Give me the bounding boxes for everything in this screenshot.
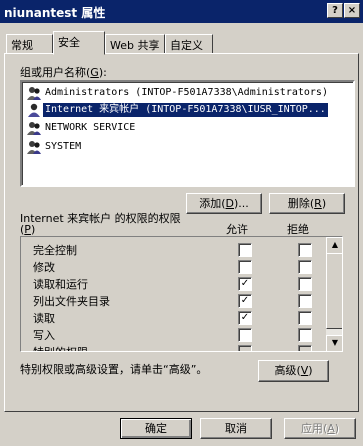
accel-key: G [90, 66, 99, 79]
perm-row-modify: 修改 [27, 258, 317, 275]
user-name: SYSTEM [45, 141, 82, 152]
user-row-administrators[interactable]: Administrators (INTOP-F501A7338\Administ… [26, 85, 350, 101]
accel-key: V [300, 364, 309, 377]
advanced-hint: 特别权限或高级设置，请单击“高级”。 [20, 363, 208, 376]
deny-checkbox[interactable] [298, 260, 312, 274]
user-group-icon [27, 122, 41, 135]
allow-checkbox[interactable]: ✓ [238, 277, 252, 291]
users-group-label: 组或用户名称(G): [20, 66, 107, 79]
add-button[interactable]: 添加(D)... [186, 193, 262, 214]
ok-button[interactable]: 确定 [120, 418, 192, 439]
user-group-icon [27, 141, 41, 154]
perm-label: 读取和运行 [33, 278, 88, 291]
deny-checkbox[interactable] [298, 294, 312, 308]
tab-security[interactable]: 安全 [53, 31, 105, 55]
deny-checkbox[interactable] [298, 311, 312, 325]
deny-checkbox[interactable] [298, 345, 312, 351]
allow-header: 允许 [226, 223, 248, 236]
allow-checkbox[interactable]: ✓ [238, 311, 252, 325]
cancel-button[interactable]: 取消 [200, 418, 272, 439]
tab-label: 常规 [11, 39, 33, 52]
user-row-internet-guest[interactable]: Internet 来宾帐户 (INTOP-F501A7338\IUSR_INTO… [26, 102, 350, 118]
perm-label: 读取 [33, 312, 55, 325]
accel-key: R [314, 197, 322, 210]
perm-row-full-control: 完全控制 [27, 241, 317, 258]
user-name: NETWORK SERVICE [45, 122, 136, 133]
perm-row-read-execute: 读取和运行 ✓ [27, 275, 317, 292]
allow-checkbox[interactable]: ✓ [238, 294, 252, 308]
perm-row-list-folder: 列出文件夹目录 ✓ [27, 292, 317, 309]
permissions-title: Internet 来宾帐户 的权限的权限 [20, 212, 181, 225]
perm-label: 特别的权限 [33, 344, 88, 351]
user-name: Administrators (INTOP-F501A7338\Administ… [45, 87, 328, 98]
perm-label: 写入 [33, 329, 55, 342]
perm-row-read: 读取 ✓ [27, 309, 317, 326]
accel-key: A [327, 422, 335, 435]
help-button[interactable]: ? [327, 3, 343, 18]
tab-label: 安全 [58, 36, 80, 49]
user-icon [28, 103, 40, 117]
tab-customize[interactable]: 自定义 [165, 34, 213, 54]
perm-row-special: 特别的权限 [27, 343, 317, 351]
permissions-scrollbar[interactable]: ▲ ▼ [326, 237, 342, 351]
user-group-icon [27, 87, 41, 100]
perm-label: 完全控制 [33, 244, 77, 257]
permissions-title-accel: (P) [20, 223, 36, 236]
advanced-button[interactable]: 高级(V) [258, 360, 329, 382]
allow-checkbox[interactable] [238, 243, 252, 257]
deny-checkbox[interactable] [298, 328, 312, 342]
remove-button[interactable]: 删除(R) [269, 193, 345, 214]
perm-row-write: 写入 [27, 326, 317, 343]
scroll-down-button[interactable]: ▼ [326, 335, 342, 351]
perm-label: 修改 [33, 261, 55, 274]
deny-header: 拒绝 [287, 223, 309, 236]
allow-checkbox[interactable] [238, 260, 252, 274]
user-row-network-service[interactable]: NETWORK SERVICE [26, 120, 350, 136]
permissions-list: 完全控制 修改 读取和运行 ✓ 列出文件夹目录 ✓ 读取 ✓ 写入 特别的权限 … [20, 236, 343, 352]
apply-button[interactable]: 应用(A) [284, 418, 356, 439]
perm-label: 列出文件夹目录 [33, 295, 110, 308]
deny-checkbox[interactable] [298, 243, 312, 257]
scroll-thumb[interactable] [326, 253, 342, 329]
allow-checkbox[interactable] [238, 345, 252, 351]
arrow-down-icon: ▼ [331, 338, 339, 347]
tab-web-sharing[interactable]: Web 共享 [105, 34, 165, 54]
user-row-system[interactable]: SYSTEM [26, 139, 350, 155]
users-listbox[interactable]: Administrators (INTOP-F501A7338\Administ… [20, 80, 355, 187]
accel-key: P [24, 223, 31, 236]
allow-checkbox[interactable] [238, 328, 252, 342]
tab-label: 自定义 [170, 39, 203, 52]
accel-key: D [225, 197, 234, 210]
title-bar: niunantest 属性 ? × [0, 0, 363, 23]
deny-checkbox[interactable] [298, 277, 312, 291]
arrow-up-icon: ▲ [331, 240, 339, 249]
user-name: Internet 来宾帐户 (INTOP-F501A7338\IUSR_INTO… [43, 103, 328, 117]
close-button[interactable]: × [344, 3, 360, 18]
window-title: niunantest 属性 [4, 6, 106, 20]
tab-label: Web 共享 [110, 39, 160, 52]
tab-general[interactable]: 常规 [6, 34, 53, 54]
